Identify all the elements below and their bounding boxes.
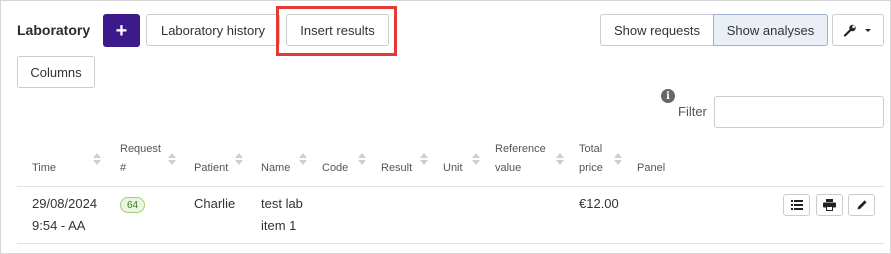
column-header-name[interactable]: Name [261,159,290,178]
filter-label: Filter [678,104,707,119]
columns-button[interactable]: Columns [17,56,95,88]
column-header-total-price[interactable]: Total price [579,140,603,178]
row-total-price-cell: €12.00 [579,196,619,211]
request-number-badge[interactable]: 64 [120,197,145,213]
list-icon [790,200,803,210]
plus-icon: + [115,19,128,42]
insert-results-button[interactable]: Insert results [286,14,389,46]
add-request-button[interactable]: + [103,14,140,47]
column-header-panel[interactable]: Panel [637,159,665,178]
caret-down-icon [865,29,871,32]
column-header-time[interactable]: Time [32,159,56,178]
filter-input[interactable] [714,96,884,128]
column-header-code[interactable]: Code [322,159,348,178]
table-header-divider [17,186,884,187]
show-requests-button[interactable]: Show requests [600,14,714,46]
column-header-request[interactable]: Request # [120,140,161,178]
row-name-cell: test lab item 1 [261,196,303,233]
column-header-reference-value[interactable]: Reference value [495,140,546,178]
page-title: Laboratory [17,22,91,38]
sort-icon[interactable] [556,153,564,165]
sort-icon[interactable] [168,153,176,165]
row-edit-button[interactable] [848,194,875,216]
row-print-button[interactable] [816,194,843,216]
sort-icon[interactable] [235,153,243,165]
sort-icon[interactable] [93,153,101,165]
sort-icon[interactable] [472,153,480,165]
pencil-icon [857,200,867,210]
tools-dropdown-button[interactable] [832,14,884,46]
row-details-button[interactable] [783,194,810,216]
column-header-unit[interactable]: Unit [443,159,463,178]
info-icon: i [661,89,675,103]
row-patient-cell: Charlie [194,196,236,211]
column-header-patient[interactable]: Patient [194,159,228,178]
sort-icon[interactable] [420,153,428,165]
sort-icon[interactable] [614,153,622,165]
laboratory-history-button[interactable]: Laboratory history [146,14,280,46]
sort-icon[interactable] [299,153,307,165]
row-time-cell: 29/08/2024 9:54 - AA [32,196,98,233]
print-icon [823,199,836,211]
wrench-icon [843,24,856,37]
show-analyses-button[interactable]: Show analyses [713,14,828,46]
table-row-divider [17,243,884,244]
column-header-result[interactable]: Result [381,159,412,178]
sort-icon[interactable] [358,153,366,165]
